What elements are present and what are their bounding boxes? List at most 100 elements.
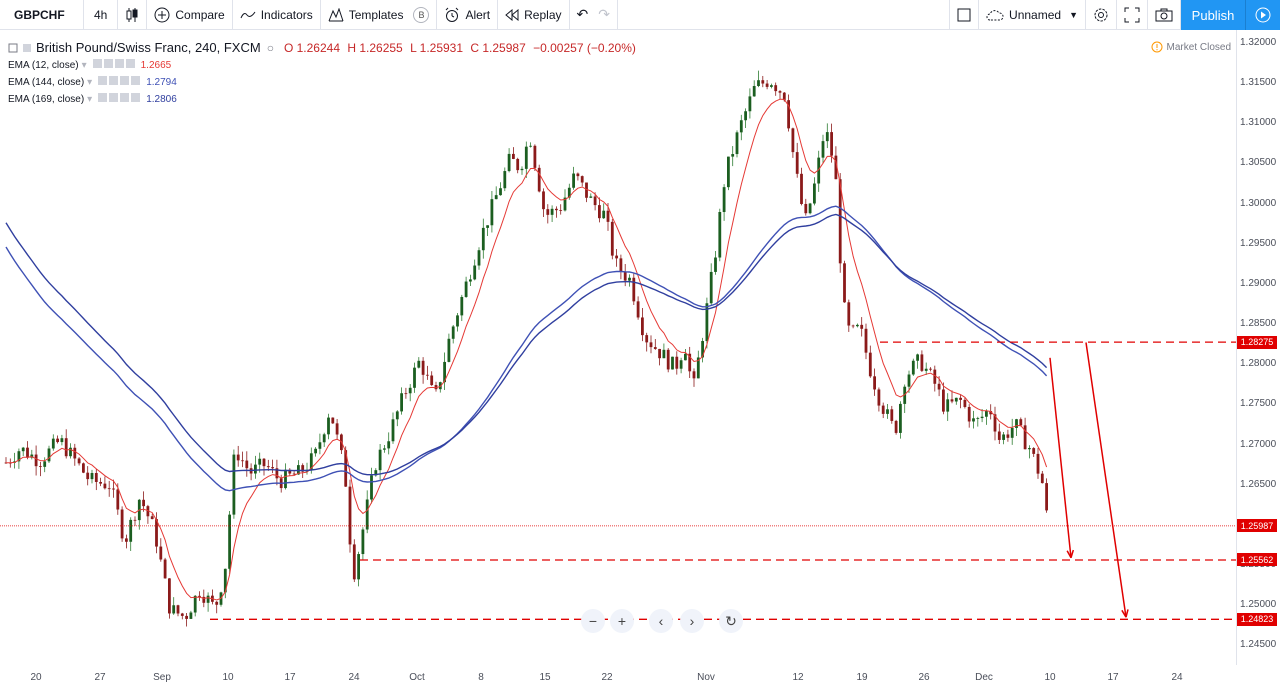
candle-body <box>417 360 421 368</box>
candle-body <box>739 120 743 133</box>
templates-button[interactable]: Templates B <box>321 0 438 30</box>
candle-body <box>1010 427 1014 438</box>
candle-body <box>142 499 145 507</box>
alert-label: Alert <box>465 7 491 22</box>
candle-body <box>327 417 330 435</box>
candle-body <box>426 374 429 376</box>
reset-chart-button[interactable]: ↻ <box>719 609 743 633</box>
candle-body <box>245 460 249 469</box>
candle-body <box>318 442 322 449</box>
alert-button[interactable]: Alert <box>437 0 499 30</box>
candle-body <box>937 383 941 390</box>
candle-body <box>598 205 601 219</box>
candle-body <box>757 80 760 87</box>
candle-body <box>73 447 77 459</box>
candle-body <box>727 156 730 188</box>
scroll-right-button[interactable]: › <box>680 609 704 633</box>
interval-button[interactable]: 4h <box>84 0 119 30</box>
candle-body <box>770 85 773 87</box>
ema-dropdown-icon: ▾ <box>81 59 87 71</box>
market-status: Market Closed <box>1151 41 1231 53</box>
toolbar-right: Unnamed ▼ Publish <box>949 0 1280 30</box>
candle-body <box>1019 419 1023 426</box>
candle-body <box>56 438 59 443</box>
price-chart[interactable] <box>0 30 1236 665</box>
candle-body <box>649 342 653 348</box>
collapse-icon[interactable] <box>8 43 18 53</box>
settings-button[interactable] <box>1086 0 1117 30</box>
candle-body <box>847 302 851 326</box>
candle-body <box>774 85 778 92</box>
candle-body <box>189 612 193 619</box>
ema-legend-row[interactable]: EMA (144, close) ▾ 1.2794 <box>8 75 640 89</box>
replay-button[interactable]: Replay <box>498 0 570 30</box>
snapshot-button[interactable] <box>1148 0 1181 30</box>
candle-body <box>533 145 537 168</box>
redo-icon[interactable]: ↷ <box>598 6 610 23</box>
candle-body <box>555 208 558 211</box>
scroll-left-button[interactable]: ‹ <box>649 609 673 633</box>
candle-body <box>942 389 945 412</box>
candle-body <box>215 601 219 605</box>
ema-dropdown-icon: ▾ <box>87 76 93 88</box>
chart-type-button[interactable] <box>118 0 148 30</box>
candle-body <box>602 210 606 219</box>
candle-body <box>735 132 739 155</box>
candle-body <box>550 208 554 215</box>
candle-body <box>997 431 1001 440</box>
candle-body <box>39 466 42 467</box>
candle-body <box>911 360 915 375</box>
candle-body <box>473 265 477 280</box>
ema-label: EMA (169, close) <box>8 93 85 105</box>
high-value: H 1.26255 <box>347 40 403 55</box>
candle-body <box>206 595 210 603</box>
candle-body <box>64 438 68 457</box>
candle-body <box>262 458 266 467</box>
candle-body <box>395 411 399 420</box>
candle-body <box>752 86 756 97</box>
ema-legend-row[interactable]: EMA (169, close) ▾ 1.2806 <box>8 92 640 106</box>
publish-play-button[interactable] <box>1245 0 1280 30</box>
rewind-icon <box>505 8 519 21</box>
top-toolbar: GBPCHF 4h Compare Indicators Templates B… <box>0 0 1280 30</box>
indicators-button[interactable]: Indicators <box>233 0 321 30</box>
candle-body <box>378 449 382 471</box>
candle-body <box>512 153 515 159</box>
indicators-icon <box>240 11 256 18</box>
candle-body <box>641 317 644 336</box>
symbol-search-button[interactable]: GBPCHF <box>0 0 84 30</box>
candle-body <box>593 196 597 206</box>
candle-body <box>365 499 369 530</box>
undo-icon[interactable]: ↶ <box>577 6 589 23</box>
select-all-checkbox[interactable] <box>949 0 980 30</box>
candle-body <box>456 315 459 327</box>
candle-body <box>972 418 975 422</box>
replay-label: Replay <box>524 7 562 22</box>
fullscreen-button[interactable] <box>1117 0 1148 30</box>
zoom-in-button[interactable]: + <box>610 609 634 633</box>
ema-legend-row[interactable]: EMA (12, close) ▾ 1.2665 <box>8 58 640 72</box>
candle-body <box>60 438 64 443</box>
candle-body <box>795 152 799 174</box>
candle-body <box>507 153 511 172</box>
zoom-out-button[interactable]: − <box>581 609 605 633</box>
candle-body <box>1040 473 1044 484</box>
candle-body <box>185 615 188 619</box>
candle-body <box>954 397 958 402</box>
ema-label: EMA (12, close) <box>8 59 79 71</box>
chevron-down-icon: ▼ <box>1069 10 1078 20</box>
layout-menu-button[interactable]: Unnamed ▼ <box>979 0 1086 30</box>
candle-body <box>172 605 176 614</box>
cloud-icon <box>986 10 1004 21</box>
candle-body <box>228 514 231 569</box>
compare-label: Compare <box>175 7 225 22</box>
candle-body <box>722 187 726 213</box>
candle-body <box>125 538 128 542</box>
candle-body <box>150 516 154 520</box>
candle-body <box>890 409 894 421</box>
candle-body <box>26 447 29 458</box>
compare-button[interactable]: Compare <box>147 0 233 30</box>
candle-body <box>1002 434 1005 440</box>
candle-body <box>800 173 803 204</box>
publish-button[interactable]: Publish <box>1181 0 1245 30</box>
